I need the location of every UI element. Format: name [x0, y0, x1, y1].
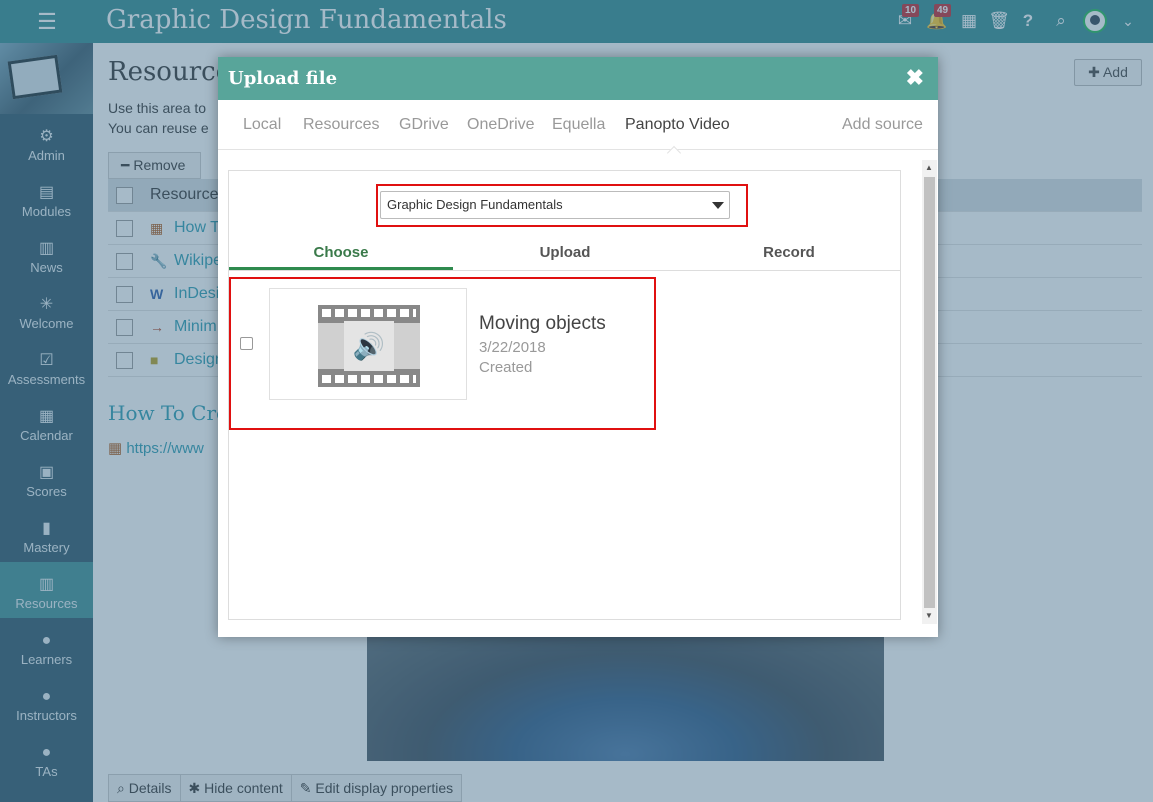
dialog-title: Upload file: [228, 68, 338, 89]
video-date: 3/22/2018: [479, 339, 546, 356]
tab-choose[interactable]: Choose: [229, 239, 453, 270]
scroll-down-icon[interactable]: ▼: [925, 611, 933, 620]
tab-gdrive[interactable]: GDrive: [399, 116, 449, 134]
tab-upload[interactable]: Upload: [453, 239, 677, 267]
tab-local[interactable]: Local: [243, 116, 281, 134]
tab-onedrive[interactable]: OneDrive: [467, 116, 535, 134]
tabs-divider: [229, 270, 900, 271]
close-icon[interactable]: ✖: [906, 65, 924, 91]
scroll-up-icon[interactable]: ▲: [925, 163, 933, 172]
tab-resources[interactable]: Resources: [303, 116, 379, 134]
item-checkbox[interactable]: [240, 337, 253, 350]
tab-record[interactable]: Record: [677, 239, 901, 267]
source-tabs: Local Resources GDrive OneDrive Equella …: [218, 100, 938, 161]
tab-equella[interactable]: Equella: [552, 116, 605, 134]
scrollbar[interactable]: ▲ ▼: [922, 160, 937, 624]
caret-down-icon: [712, 202, 724, 209]
tab-panopto-video[interactable]: Panopto Video: [625, 116, 730, 161]
folder-select[interactable]: Graphic Design Fundamentals: [380, 191, 730, 219]
dialog-header: Upload file ✖: [218, 57, 938, 100]
add-source-link[interactable]: Add source: [842, 116, 923, 134]
video-status: Created: [479, 359, 533, 376]
video-title[interactable]: Moving objects: [479, 313, 606, 335]
scrollbar-thumb[interactable]: [924, 177, 935, 608]
film-audio-icon: 🔊: [318, 305, 420, 387]
video-thumbnail[interactable]: 🔊: [269, 288, 467, 400]
upload-file-dialog: Upload file ✖ Local Resources GDrive One…: [218, 57, 938, 637]
